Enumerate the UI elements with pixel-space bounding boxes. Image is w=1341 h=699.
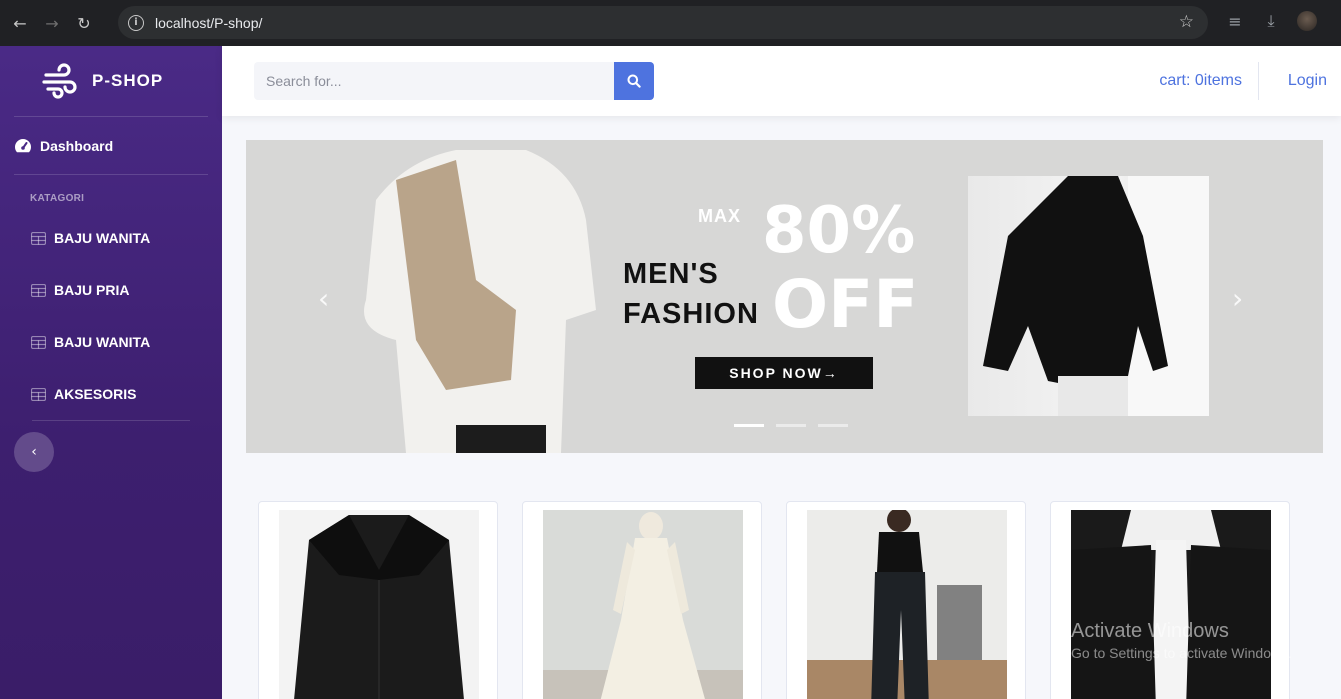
sidebar-item-label: Dashboard <box>40 137 114 154</box>
product-card[interactable] <box>258 501 498 699</box>
browser-toolbar: ← → ↻ i localhost/P-shop/ ☆ ≡ ⤓ <box>0 0 1341 46</box>
sidebar-divider <box>14 174 208 175</box>
sidebar-item-label: BAJU WANITA <box>54 334 151 350</box>
product-image[interactable] <box>807 510 1007 699</box>
info-icon[interactable]: i <box>128 14 144 31</box>
brand-name: P-SHOP <box>92 71 164 90</box>
chevron-left-icon: ‹ <box>31 444 37 460</box>
sidebar-item-category[interactable]: BAJU WANITA <box>0 212 222 264</box>
address-bar[interactable]: i localhost/P-shop/ ☆ <box>118 6 1208 39</box>
topbar: cart: 0items Login <box>222 46 1341 116</box>
tachometer-icon <box>14 138 32 152</box>
sidebar-item-label: AKSESORIS <box>54 386 137 402</box>
sidebar-section-heading: KATAGORI <box>30 193 85 204</box>
topbar-divider <box>1258 62 1259 100</box>
carousel-indicators <box>734 424 848 427</box>
sidebar: P-SHOP Dashboard KATAGORI BAJU WANITA BA… <box>0 46 222 699</box>
promo-carousel[interactable]: MAX 80% OFF MEN'S FASHION SHOP NOW→ ‹ › <box>246 140 1323 453</box>
carousel-indicator[interactable] <box>734 424 764 427</box>
promo-photo-right <box>968 176 1209 416</box>
product-card[interactable] <box>786 501 1026 699</box>
profile-avatar[interactable] <box>1297 11 1317 31</box>
carousel-next-icon[interactable]: › <box>1232 282 1243 315</box>
shop-now-button[interactable]: SHOP NOW→ <box>695 357 873 389</box>
sidebar-item-category[interactable]: AKSESORIS <box>0 368 222 420</box>
carousel-indicator[interactable] <box>818 424 848 427</box>
search-form <box>254 62 654 100</box>
search-icon <box>627 74 641 88</box>
search-button[interactable] <box>614 62 654 100</box>
promo-max-text: MAX <box>698 206 741 226</box>
login-link[interactable]: Login <box>1288 72 1327 90</box>
back-arrow-icon[interactable]: ← <box>8 11 32 35</box>
wind-logo-icon <box>42 63 77 99</box>
promo-photo-left <box>364 150 596 453</box>
url-text[interactable]: localhost/P-shop/ <box>155 15 262 31</box>
sidebar-item-label: BAJU WANITA <box>54 230 151 246</box>
table-icon <box>31 231 46 245</box>
media-queue-icon[interactable]: ≡ <box>1225 12 1245 31</box>
carousel-prev-icon[interactable]: ‹ <box>318 282 329 315</box>
table-icon <box>31 335 46 349</box>
sidebar-item-dashboard[interactable]: Dashboard <box>0 117 222 174</box>
cart-link[interactable]: cart: 0items <box>1159 72 1242 90</box>
product-image[interactable] <box>1071 510 1271 699</box>
sidebar-item-label: BAJU PRIA <box>54 282 130 298</box>
product-card[interactable] <box>1050 501 1290 699</box>
reload-icon[interactable]: ↻ <box>72 11 96 35</box>
browser-actions: ≡ ⤓ <box>1225 11 1317 31</box>
promo-headline: MEN'S FASHION <box>623 258 759 330</box>
table-icon <box>31 387 46 401</box>
sidebar-toggle-button[interactable]: ‹ <box>14 432 54 472</box>
product-image[interactable] <box>279 510 479 699</box>
product-image[interactable] <box>543 510 743 699</box>
download-icon[interactable]: ⤓ <box>1261 11 1281 31</box>
forward-arrow-icon[interactable]: → <box>40 11 64 35</box>
product-card[interactable] <box>522 501 762 699</box>
carousel-indicator[interactable] <box>776 424 806 427</box>
search-input[interactable] <box>254 62 614 100</box>
activation-watermark-title: Activate Windows <box>1071 620 1229 642</box>
bookmark-star-icon[interactable]: ☆ <box>1179 12 1194 32</box>
activation-watermark-subtitle: Go to Settings to activate Windows. <box>1071 645 1292 661</box>
sidebar-divider <box>32 420 190 421</box>
brand[interactable]: P-SHOP <box>0 46 222 116</box>
sidebar-item-category[interactable]: BAJU PRIA <box>0 264 222 316</box>
table-icon <box>31 283 46 297</box>
sidebar-item-category[interactable]: BAJU WANITA <box>0 316 222 368</box>
